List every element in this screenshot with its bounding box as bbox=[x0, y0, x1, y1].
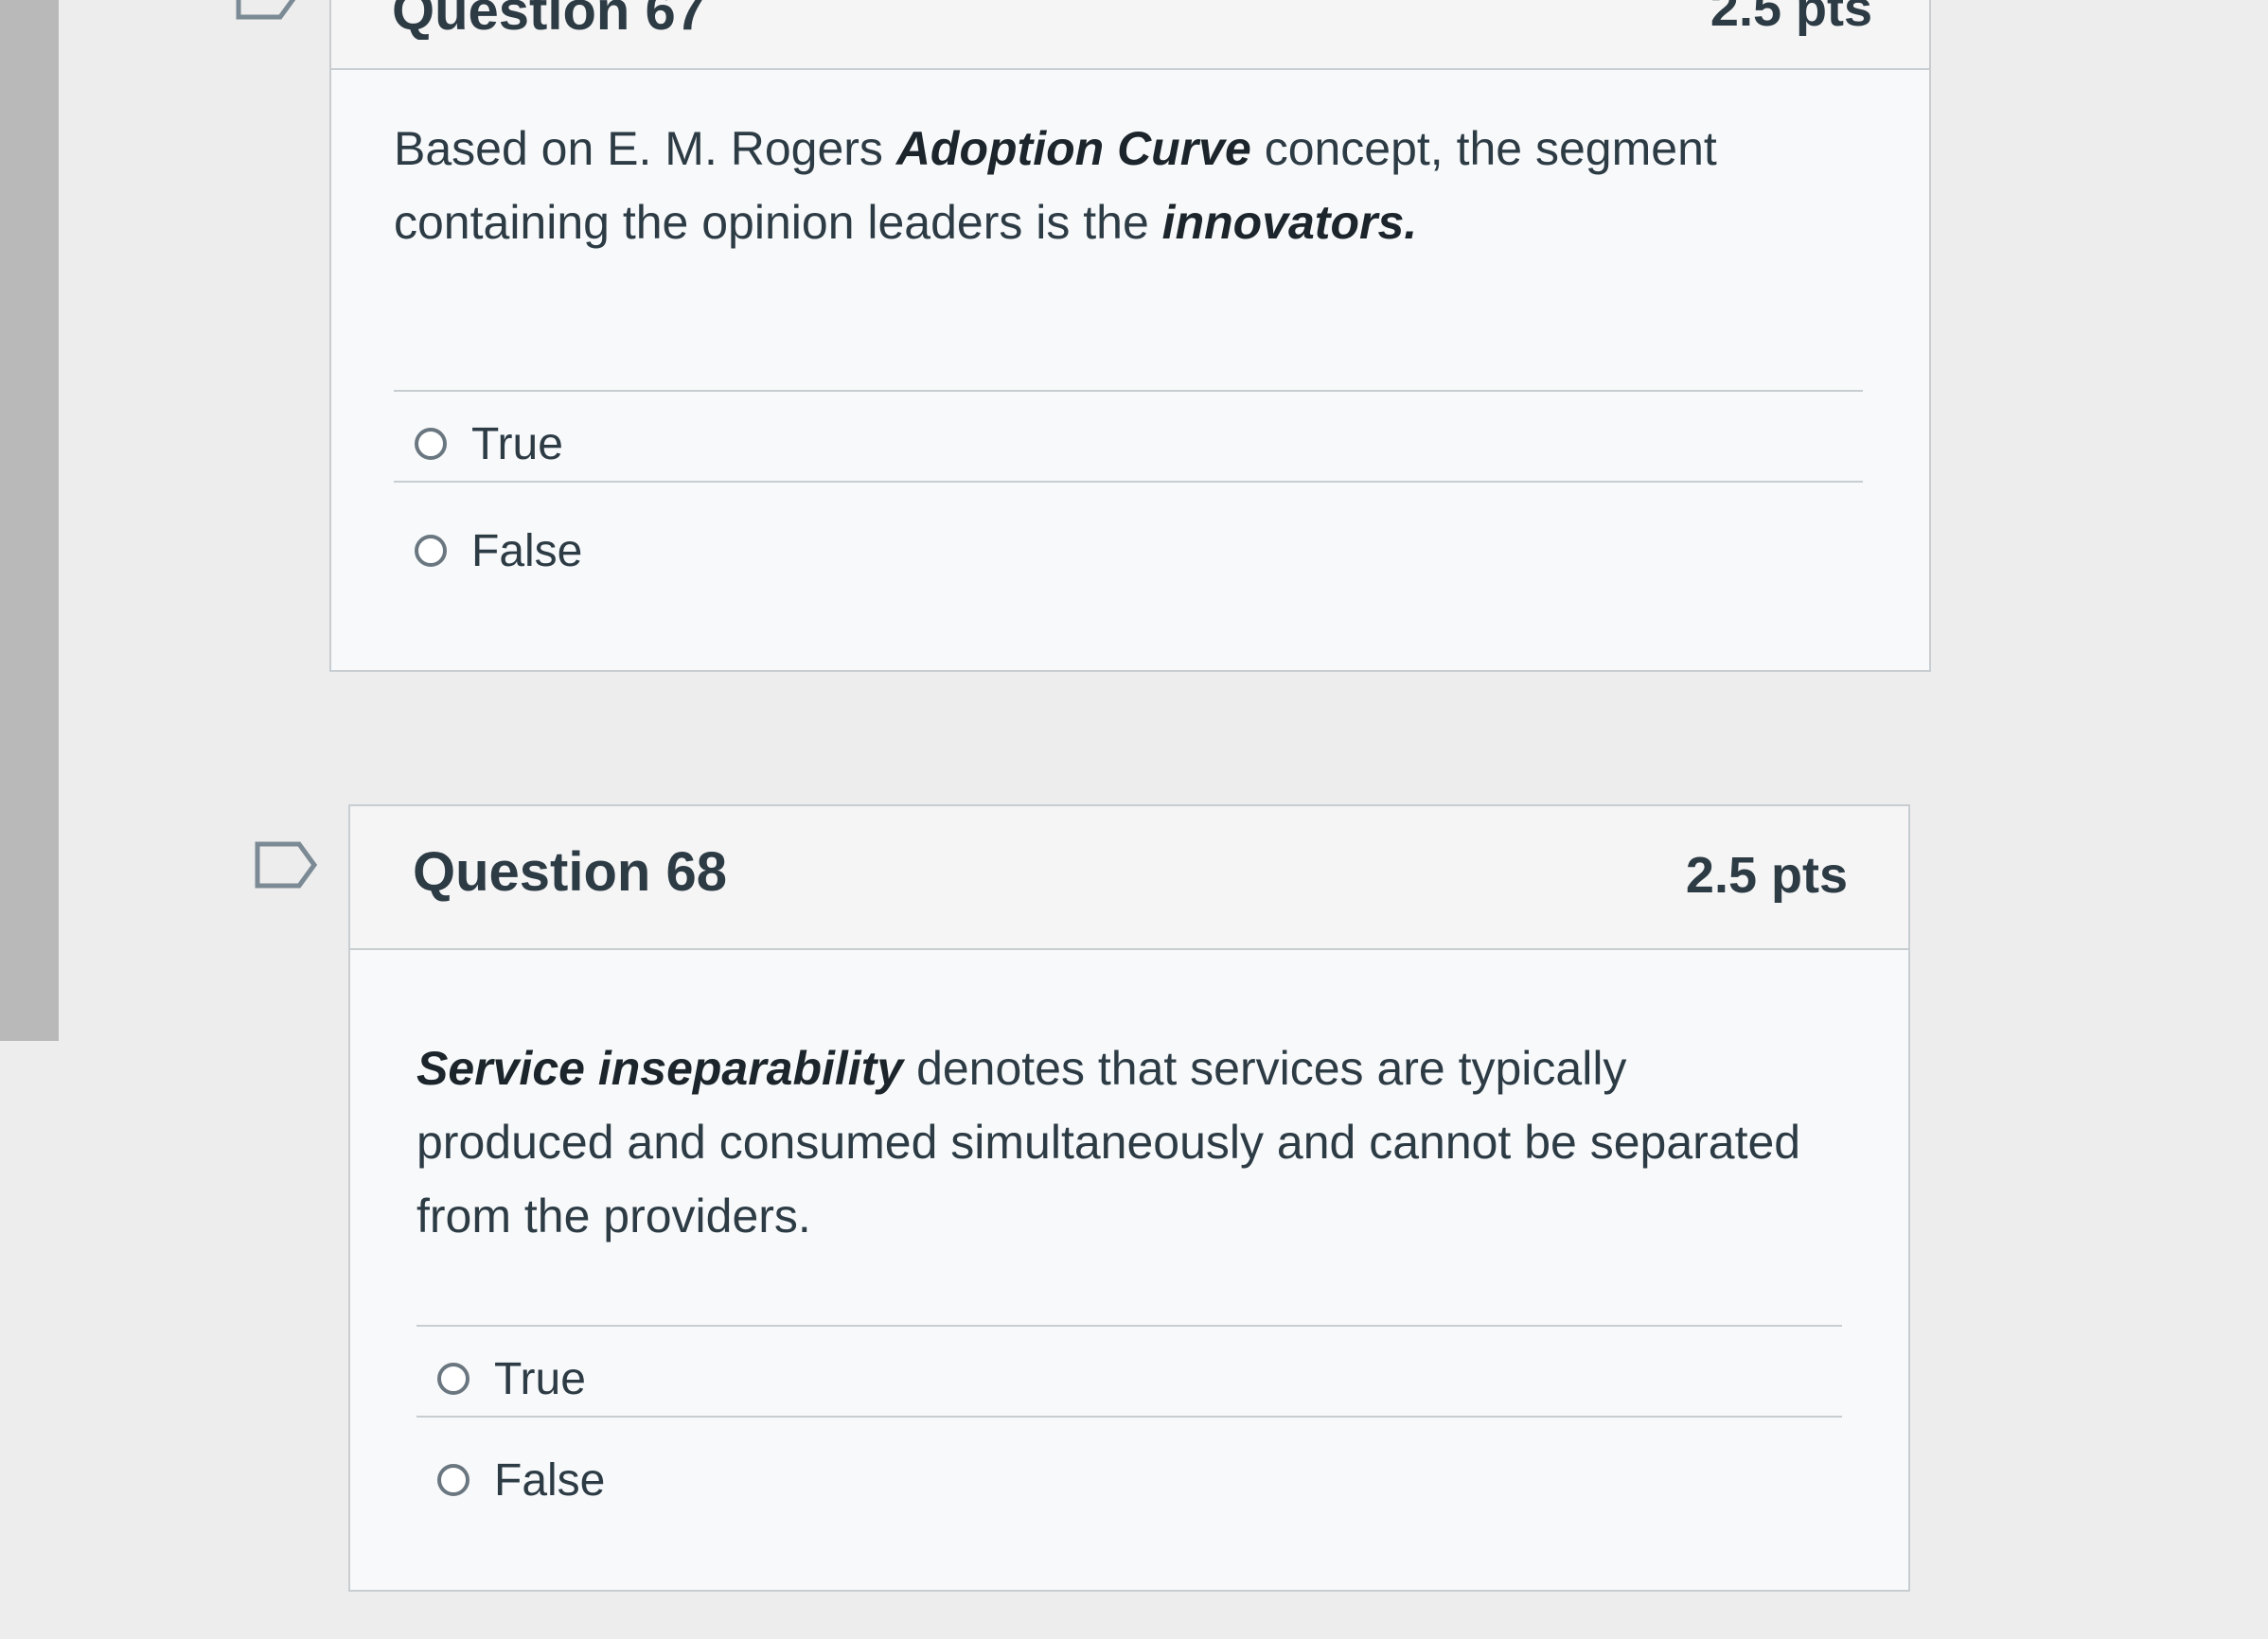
question-67-text: Based on E. M. Rogers Adoption Curve con… bbox=[394, 112, 1795, 259]
question-title: Question 68 bbox=[413, 841, 727, 903]
question-67-header: Question 67 2.5 pts bbox=[331, 0, 1929, 70]
question-points: 2.5 pts bbox=[1685, 847, 1848, 904]
question-68-card: Question 68 2.5 pts Service inseparabili… bbox=[348, 804, 1910, 1592]
answers-divider bbox=[394, 390, 1863, 392]
question-68-text: Service inseparability denotes that serv… bbox=[416, 1031, 1817, 1253]
question-67-card: Question 67 2.5 pts Based on E. M. Roger… bbox=[329, 0, 1931, 672]
answer-label: True bbox=[471, 418, 563, 469]
answer-label: True bbox=[494, 1353, 586, 1404]
answer-true[interactable]: True bbox=[394, 407, 1863, 483]
answers-divider bbox=[416, 1325, 1842, 1327]
answer-false[interactable]: False bbox=[394, 513, 1863, 589]
flag-question-icon[interactable] bbox=[235, 0, 301, 21]
answer-false[interactable]: False bbox=[416, 1442, 1842, 1518]
radio-button[interactable] bbox=[415, 428, 447, 460]
radio-button[interactable] bbox=[437, 1363, 470, 1395]
question-68-header: Question 68 2.5 pts bbox=[350, 806, 1908, 950]
emphasis-service-inseparability: Service inseparability bbox=[416, 1042, 904, 1095]
answer-label: False bbox=[494, 1454, 606, 1506]
flag-question-icon[interactable] bbox=[254, 840, 320, 890]
question-points: 2.5 pts bbox=[1710, 0, 1872, 37]
answer-true[interactable]: True bbox=[416, 1342, 1842, 1418]
left-scroll-rail bbox=[0, 0, 59, 1041]
radio-button[interactable] bbox=[437, 1464, 470, 1496]
emphasis-innovators: innovators. bbox=[1161, 196, 1418, 249]
emphasis-adoption-curve: Adoption Curve bbox=[895, 122, 1251, 175]
question-title: Question 67 bbox=[392, 0, 706, 40]
answer-label: False bbox=[471, 525, 583, 576]
question-text-part: Based on E. M. Rogers bbox=[394, 122, 896, 175]
radio-button[interactable] bbox=[415, 535, 447, 567]
